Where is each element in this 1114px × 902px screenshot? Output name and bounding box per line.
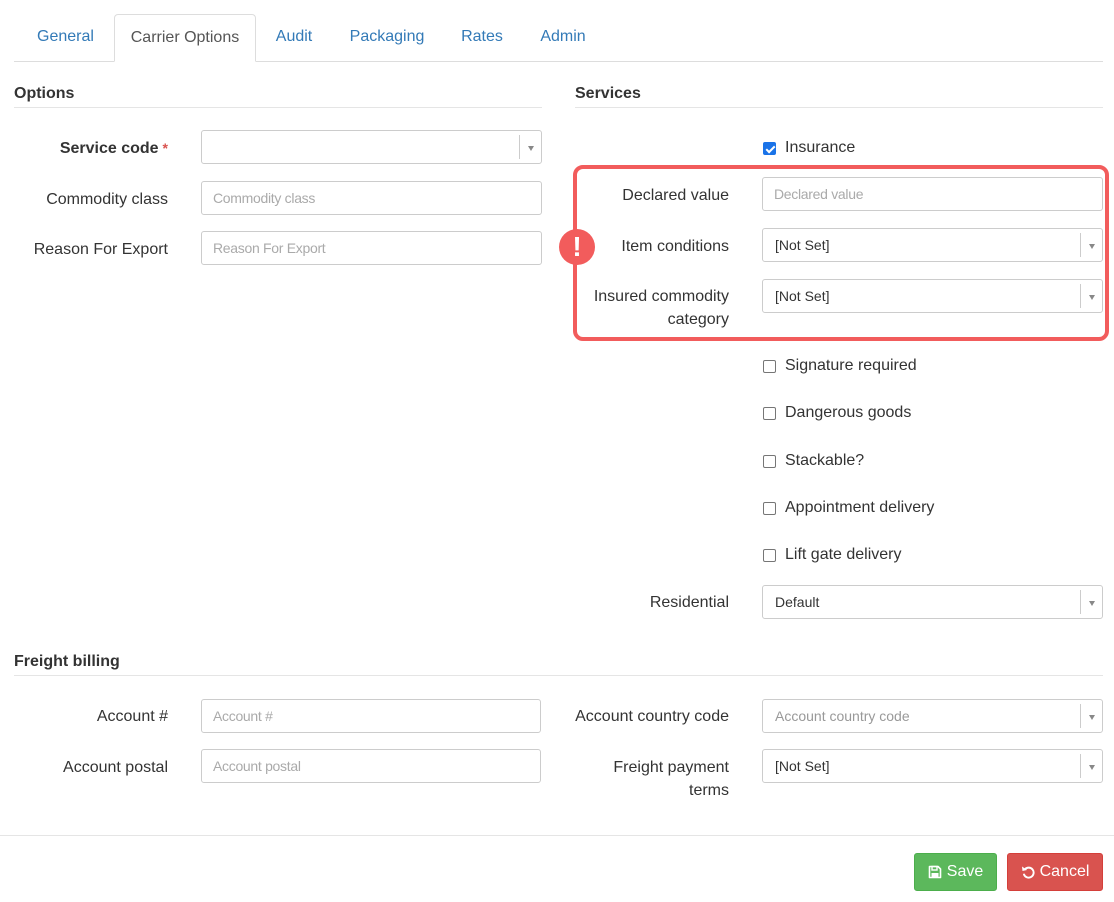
commodity-class-input[interactable] (201, 181, 542, 215)
account-postal-label: Account postal (63, 759, 168, 776)
signature-required-checkbox[interactable] (763, 360, 776, 373)
account-number-label: Account # (96, 708, 168, 725)
services-divider (575, 107, 1103, 108)
reason-for-export-label: Reason For Export (33, 241, 168, 258)
cancel-button-label: Cancel (1039, 863, 1090, 880)
insurance-label: Insurance (785, 139, 856, 156)
appointment-delivery-checkbox[interactable] (763, 502, 776, 515)
freight-payment-terms-value: [Not Set] (775, 758, 830, 774)
account-number-input[interactable] (201, 699, 541, 733)
lift-gate-delivery-checkbox[interactable] (763, 549, 776, 562)
required-marker: * (162, 140, 168, 156)
tab-carrier-options[interactable]: Carrier Options (114, 14, 256, 62)
account-country-code-placeholder: Account country code (775, 708, 910, 724)
options-heading: Options (14, 85, 75, 102)
stackable-checkbox[interactable] (763, 455, 776, 468)
chevron-down-icon (1089, 715, 1095, 720)
freight-payment-terms-label-line1: Freight payment (613, 759, 729, 776)
tab-packaging[interactable]: Packaging (333, 14, 441, 62)
service-code-dropdown-toggle[interactable] (519, 135, 541, 159)
account-country-code-select[interactable]: Account country code (762, 699, 1103, 733)
account-country-code-dropdown-toggle[interactable] (1080, 704, 1102, 728)
service-code-label: Service code * (59, 140, 168, 157)
account-postal-input[interactable] (201, 749, 541, 783)
services-heading: Services (575, 85, 641, 102)
stackable-label: Stackable? (785, 452, 865, 469)
tab-general[interactable]: General (14, 14, 117, 62)
tab-rates[interactable]: Rates (444, 14, 520, 62)
commodity-class-label: Commodity class (46, 191, 168, 208)
cancel-button[interactable]: Cancel (1007, 853, 1103, 891)
freight-payment-terms-dropdown-toggle[interactable] (1080, 754, 1102, 778)
highlight-box (573, 165, 1109, 341)
options-divider (14, 107, 542, 108)
service-code-select[interactable] (201, 130, 542, 164)
residential-select[interactable]: Default (762, 585, 1103, 619)
freight-payment-terms-select[interactable]: [Not Set] (762, 749, 1103, 783)
undo-icon (1021, 866, 1035, 879)
freight-payment-terms-label: Freight payment terms (575, 756, 729, 802)
dangerous-goods-checkbox[interactable] (763, 407, 776, 420)
residential-value: Default (775, 594, 820, 610)
freight-payment-terms-label-line2: terms (689, 782, 729, 799)
footer-divider (0, 835, 1114, 836)
floppy-disk-icon (928, 865, 942, 879)
appointment-delivery-label: Appointment delivery (785, 499, 935, 516)
lift-gate-delivery-label: Lift gate delivery (785, 546, 902, 563)
save-button-label: Save (946, 863, 984, 880)
signature-required-label: Signature required (785, 357, 917, 374)
chevron-down-icon (1089, 765, 1095, 770)
residential-label: Residential (649, 594, 729, 611)
chevron-down-icon (1089, 601, 1095, 606)
tab-audit[interactable]: Audit (258, 14, 330, 62)
insurance-checkbox[interactable] (763, 142, 776, 155)
chevron-down-icon (528, 146, 534, 151)
dangerous-goods-label: Dangerous goods (785, 404, 912, 421)
account-country-code-label: Account country code (575, 708, 729, 725)
freight-billing-divider (14, 675, 1103, 676)
alert-icon: ! (559, 229, 595, 265)
freight-billing-heading: Freight billing (14, 653, 120, 670)
reason-for-export-input[interactable] (201, 231, 542, 265)
tab-admin[interactable]: Admin (523, 14, 603, 62)
residential-dropdown-toggle[interactable] (1080, 590, 1102, 614)
save-button[interactable]: Save (914, 853, 997, 891)
